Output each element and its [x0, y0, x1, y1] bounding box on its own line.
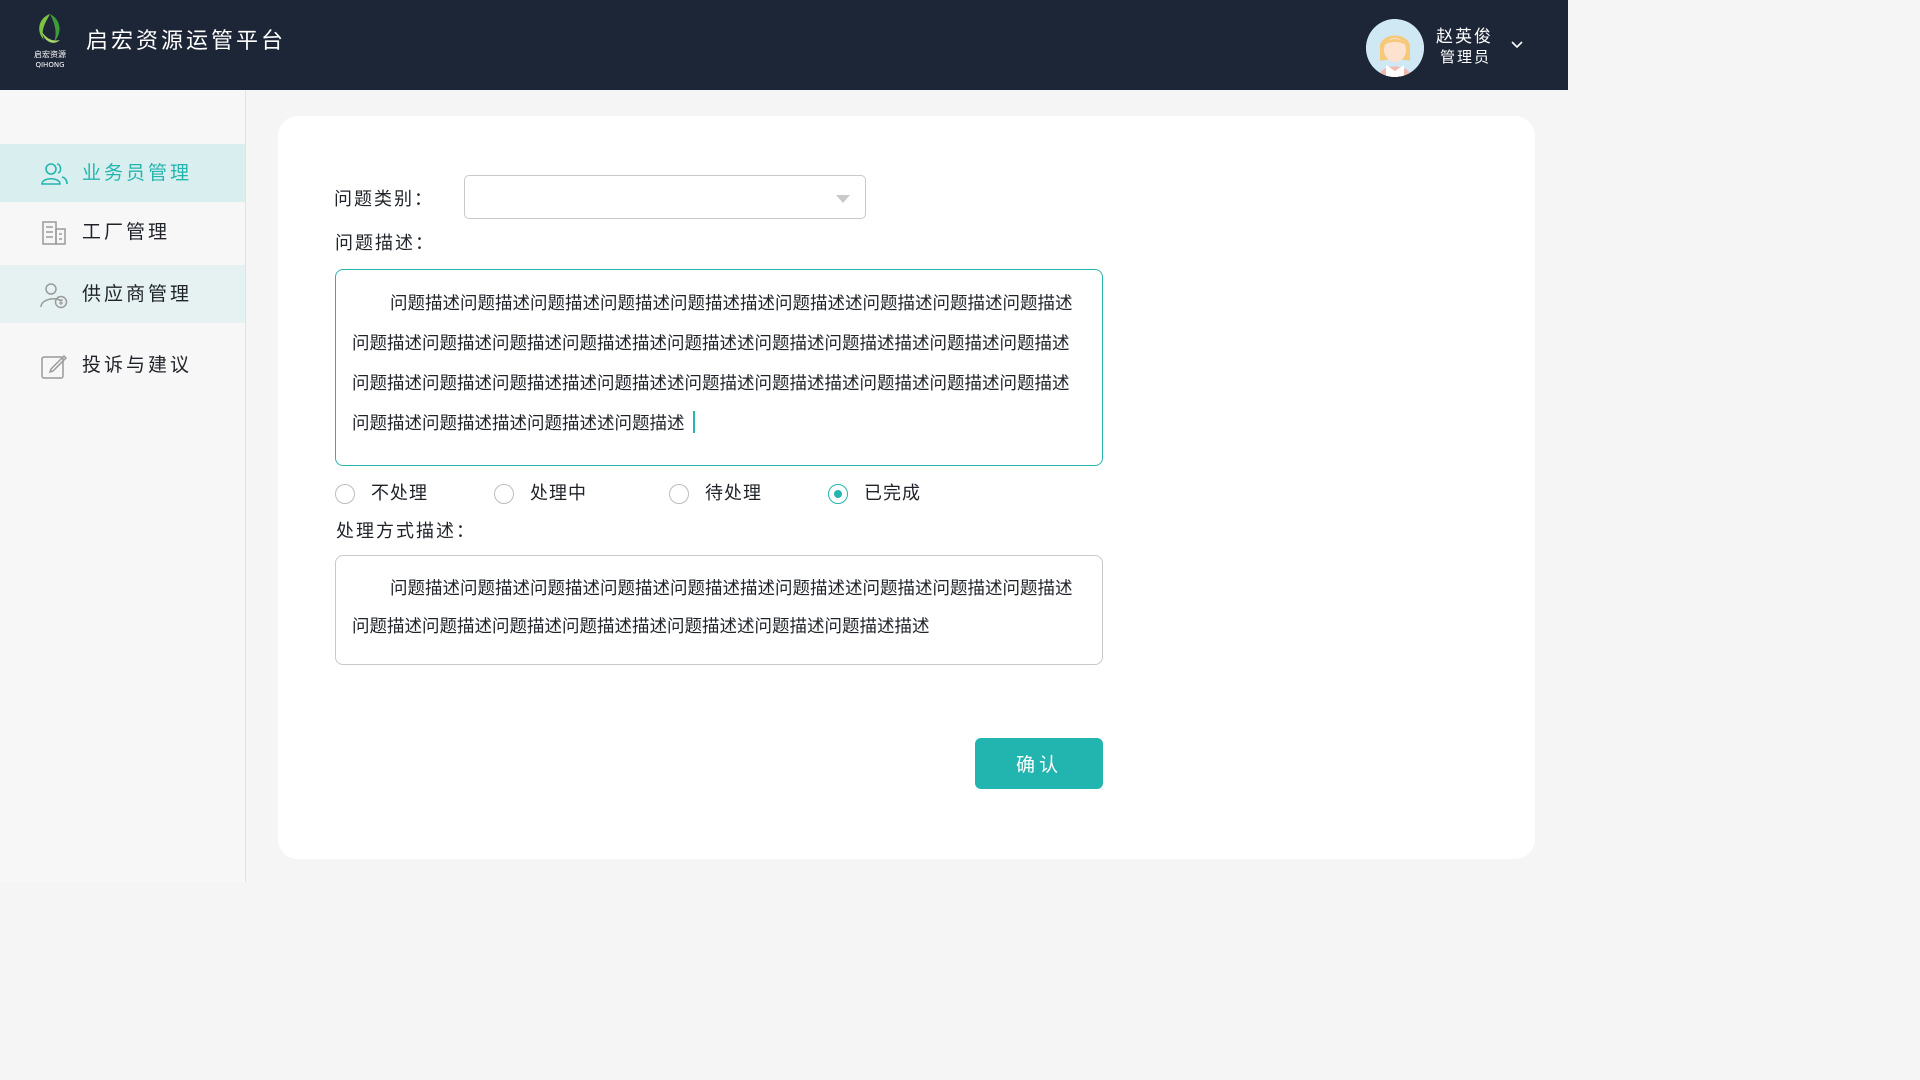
user-role: 管理员 [1440, 48, 1492, 66]
form-card: 问题类别： 问题描述： 问题描述问题描述问题描述问题描述问题描述描述问题描述述问… [278, 116, 1535, 859]
category-select[interactable] [464, 175, 866, 219]
category-label: 问题类别： [334, 189, 434, 210]
sidebar-item-complaints[interactable]: 投诉与建议 [0, 336, 245, 394]
supplier-icon [40, 283, 68, 309]
sidebar-item-label: 供应商管理 [82, 283, 193, 305]
user-name: 赵英俊 [1436, 27, 1493, 47]
user-menu[interactable]: 赵英俊 管理员 [1348, 0, 1568, 90]
text-cursor [692, 411, 695, 433]
sidebar-item-salesman[interactable]: 业务员管理 [0, 144, 245, 202]
method-textarea[interactable]: 问题描述问题描述问题描述问题描述问题描述描述问题描述述问题描述问题描述问题描述问… [335, 555, 1103, 665]
sidebar-item-factory[interactable]: 工厂管理 [0, 203, 245, 261]
radio-label: 处理中 [530, 483, 587, 504]
method-text: 问题描述问题描述问题描述问题描述问题描述描述问题描述述问题描述问题描述问题描述问… [352, 579, 1073, 637]
users-icon [41, 163, 68, 185]
description-label: 问题描述： [335, 233, 435, 254]
top-bar: 启宏资源 QIHONG 启宏资源运管平台 赵英俊 管理员 [0, 0, 1568, 90]
sidebar-item-label: 工厂管理 [82, 221, 171, 243]
svg-text:QIHONG: QIHONG [35, 61, 64, 69]
sidebar-item-label: 业务员管理 [82, 162, 193, 184]
radio-circle [335, 484, 355, 504]
edit-icon [41, 354, 68, 379]
radio-label: 已完成 [864, 483, 921, 504]
radio-circle [828, 484, 848, 504]
description-textarea[interactable]: 问题描述问题描述问题描述问题描述问题描述描述问题描述述问题描述问题描述问题描述问… [335, 269, 1103, 466]
sidebar-item-label: 投诉与建议 [82, 354, 193, 376]
chevron-down-icon[interactable] [1510, 40, 1524, 50]
logo-icon: 启宏资源 QIHONG [34, 14, 66, 69]
avatar-girl-icon[interactable] [1366, 19, 1424, 77]
radio-label: 待处理 [705, 483, 762, 504]
building-icon [42, 221, 66, 245]
sidebar: 业务员管理 工厂管理 供应商管理 投诉与建议 [0, 90, 246, 882]
confirm-button[interactable]: 确认 [975, 738, 1103, 789]
radio-circle [494, 484, 514, 504]
sidebar-item-supplier[interactable]: 供应商管理 [0, 265, 245, 323]
brand-title: 启宏资源运管平台 [86, 29, 287, 54]
svg-text:启宏资源: 启宏资源 [34, 49, 66, 59]
caret-down-icon [836, 195, 850, 203]
radio-label: 不处理 [371, 483, 428, 504]
radio-circle [669, 484, 689, 504]
description-text: 问题描述问题描述问题描述问题描述问题描述描述问题描述述问题描述问题描述问题描述问… [352, 294, 1073, 434]
method-label: 处理方式描述： [336, 521, 476, 542]
